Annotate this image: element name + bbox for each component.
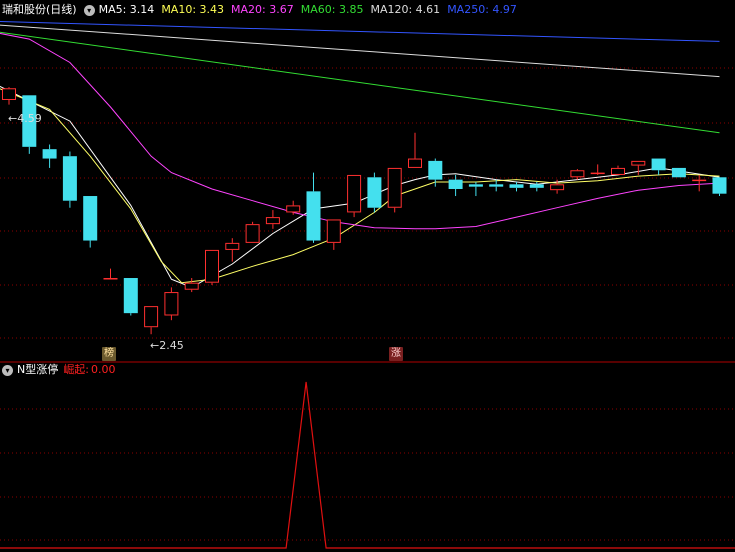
candle (367, 172, 382, 213)
candle (631, 160, 646, 175)
candle (611, 165, 625, 175)
ma-legend-item: MA10: 3.43 (161, 3, 225, 16)
grid-lines (0, 67, 735, 541)
chevron-down-icon[interactable]: ▾ (2, 364, 13, 376)
candle (205, 249, 219, 286)
high-price-annotation: ←4.59 (8, 112, 42, 125)
ma-legend-item: MA5: 3.14 (98, 3, 155, 16)
moving-average-lines (0, 21, 720, 288)
chart-canvas (0, 21, 735, 549)
candle (286, 200, 301, 215)
ma-legend-item: MA20: 3.67 (231, 3, 294, 16)
candle (306, 172, 321, 243)
low-price-annotation: ←2.45 (150, 339, 184, 352)
signal-series (0, 381, 735, 549)
event-badge-bang[interactable]: 榜 (102, 347, 116, 361)
candle (103, 268, 118, 280)
candle (509, 181, 524, 192)
candle (692, 174, 707, 192)
ma-line-ma60 (0, 31, 720, 134)
chevron-down-icon[interactable]: ▾ (83, 4, 95, 16)
candle (123, 278, 138, 316)
candle (468, 181, 483, 197)
ma-line-ma250 (0, 21, 720, 42)
candle (83, 196, 98, 248)
candle (245, 221, 260, 243)
indicator-value: 0.00 (90, 363, 116, 376)
candle (225, 238, 240, 262)
candle (184, 278, 199, 293)
indicator-header: ▾ N型涨停 崛起: 0.00 (2, 361, 122, 379)
candle (590, 164, 605, 175)
candle (671, 167, 686, 178)
candle (712, 177, 727, 197)
candlestick-series (2, 87, 727, 335)
candle (651, 158, 666, 175)
candle (42, 144, 57, 168)
ma-legend-item: MA250: 4.97 (447, 3, 517, 16)
candle (144, 306, 159, 335)
ma-legend-item: MA60: 3.85 (300, 3, 364, 16)
ma-line-ma120 (0, 24, 720, 78)
indicator-label: 崛起: (63, 363, 89, 376)
candle (2, 87, 16, 105)
indicator-name: N型涨停 (17, 363, 59, 376)
candle (408, 132, 422, 168)
signal-line (0, 381, 735, 549)
candle (347, 174, 362, 218)
event-badge-zhang[interactable]: 涨 (389, 347, 403, 361)
ma-legend-item: MA120: 4.61 (370, 3, 441, 16)
candle (265, 210, 280, 229)
candle (62, 151, 77, 208)
main-chart-header: 瑞和股份(日线) ▾ MA5: 3.14 MA10: 3.43 MA20: 3.67… (2, 1, 524, 19)
stock-title: 瑞和股份(日线) (2, 3, 77, 16)
candle (164, 287, 179, 321)
candle (326, 219, 341, 250)
candle (387, 167, 402, 213)
ma-legend: MA5: 3.14 MA10: 3.43 MA20: 3.67 MA60: 3.85 M… (99, 1, 524, 19)
